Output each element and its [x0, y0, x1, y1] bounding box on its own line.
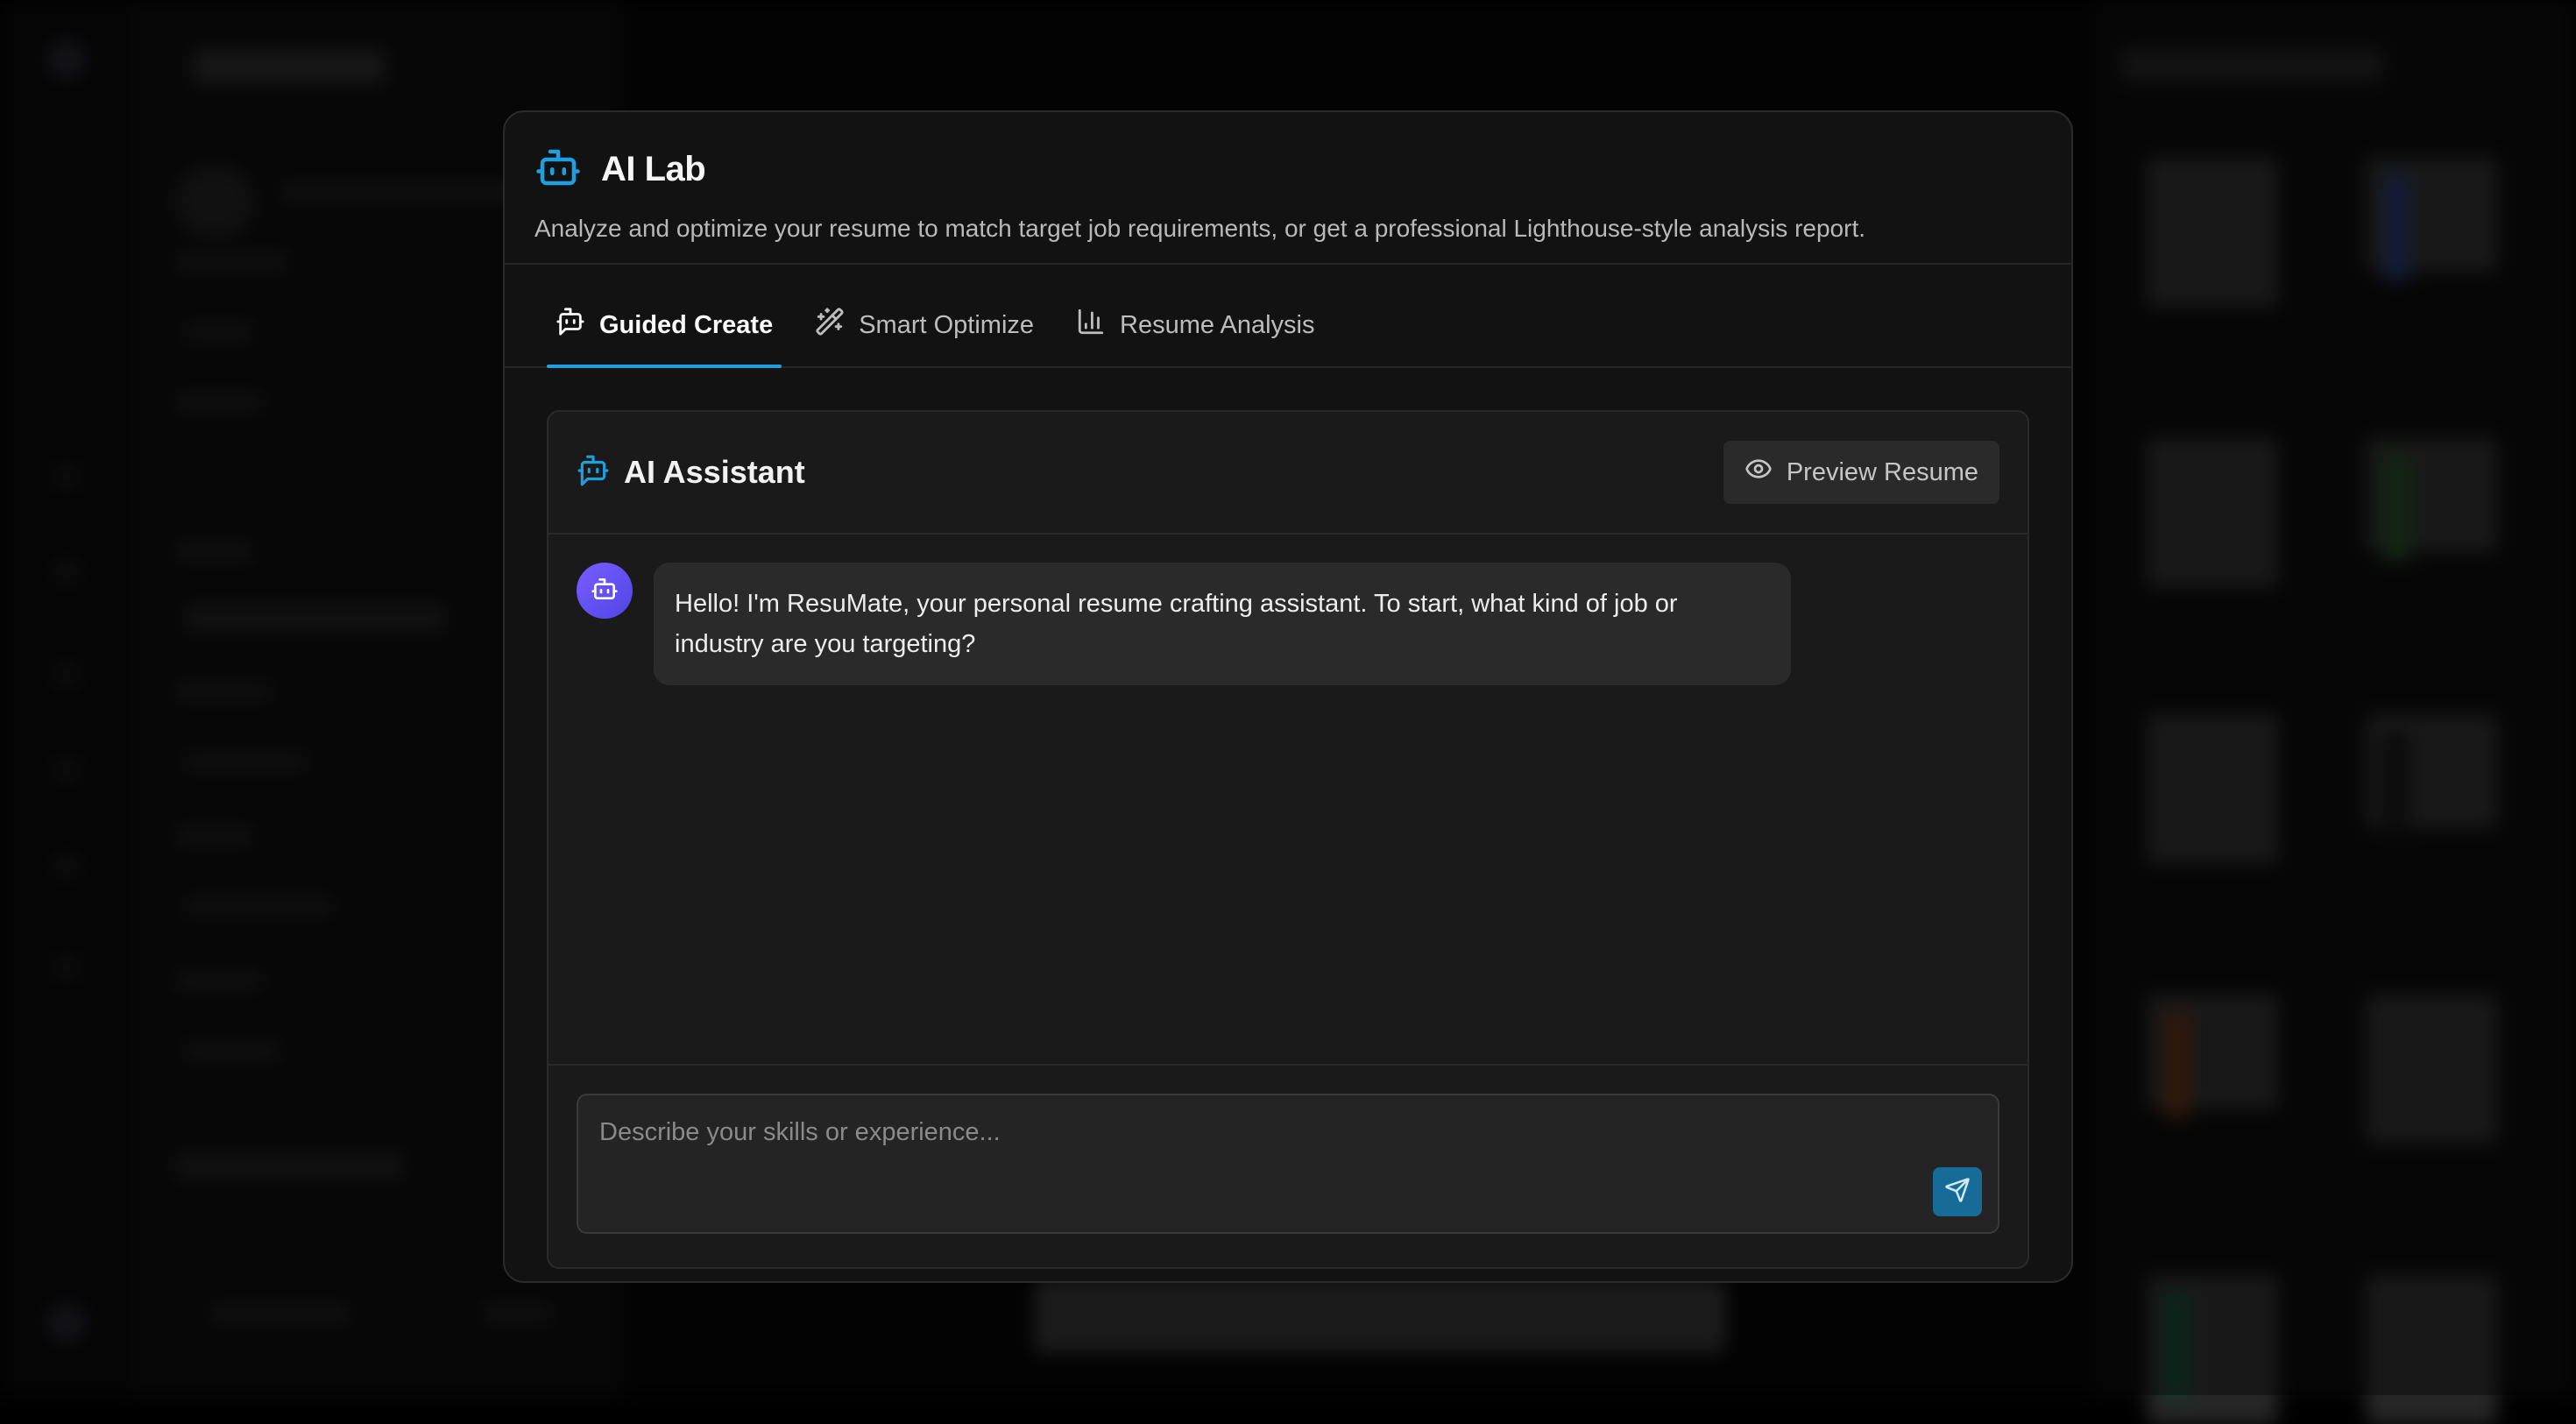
preview-resume-button[interactable]: Preview Resume [1723, 441, 1999, 504]
robot-icon [591, 575, 619, 607]
bot-message-icon [556, 307, 585, 344]
tab-bar: Guided Create Smart Optimize Resume Anal… [505, 265, 2071, 368]
assistant-title-group: AI Assistant [577, 454, 805, 492]
tab-label: Resume Analysis [1120, 311, 1314, 340]
modal-description: Analyze and optimize your resume to matc… [534, 215, 2042, 243]
message-bubble: Hello! I'm ResuMate, your personal resum… [654, 563, 1791, 685]
send-button[interactable] [1933, 1167, 1982, 1216]
modal-title-row: AI Lab [534, 144, 2042, 195]
tab-label: Guided Create [599, 311, 773, 340]
chat-messages: Hello! I'm ResuMate, your personal resum… [548, 535, 2028, 1064]
composer-area [548, 1064, 2028, 1267]
tab-smart-optimize[interactable]: Smart Optimize [806, 284, 1043, 366]
eye-icon [1744, 455, 1773, 490]
tab-label: Smart Optimize [859, 311, 1034, 340]
assistant-header: AI Assistant Preview Resume [548, 412, 2028, 535]
ai-lab-modal: AI Lab Analyze and optimize your resume … [503, 110, 2073, 1283]
composer [577, 1094, 1999, 1234]
tab-guided-create[interactable]: Guided Create [547, 284, 782, 366]
message-input[interactable] [578, 1095, 1998, 1232]
tab-resume-analysis[interactable]: Resume Analysis [1067, 284, 1323, 366]
bar-chart-icon [1076, 307, 1106, 344]
bot-message-icon [577, 454, 610, 492]
magic-wand-icon [815, 307, 845, 344]
send-icon [1944, 1177, 1971, 1208]
assistant-message: Hello! I'm ResuMate, your personal resum… [577, 563, 1999, 685]
assistant-avatar [577, 563, 633, 619]
modal-title: AI Lab [601, 150, 705, 189]
modal-header: AI Lab Analyze and optimize your resume … [505, 112, 2071, 265]
preview-resume-label: Preview Resume [1787, 458, 1978, 487]
assistant-panel: AI Assistant Preview Resume [547, 410, 2029, 1269]
assistant-title: AI Assistant [624, 454, 805, 491]
robot-icon [534, 144, 582, 195]
